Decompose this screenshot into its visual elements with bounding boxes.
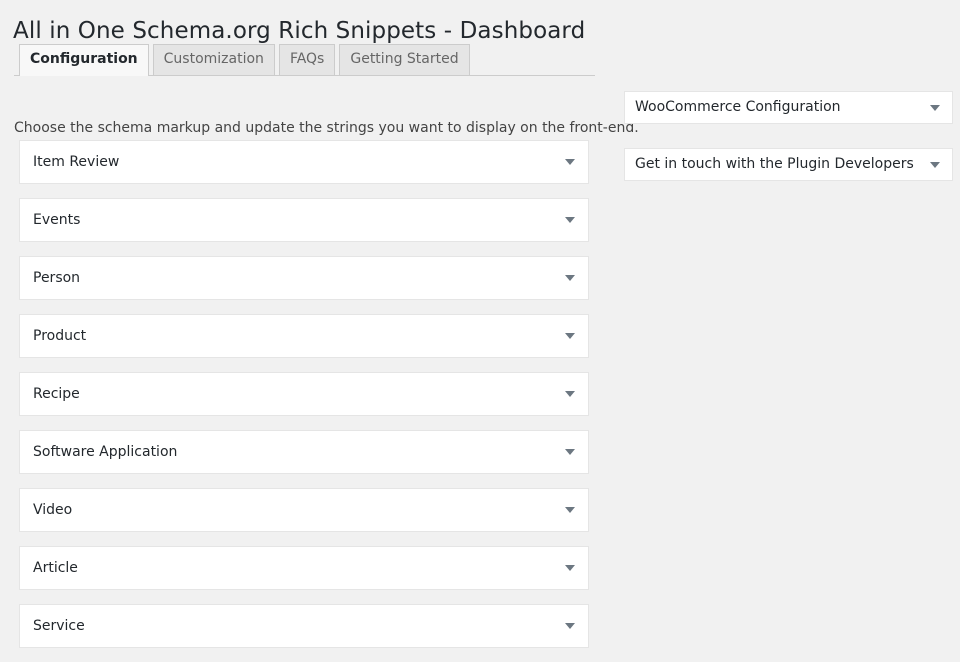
- accordion-item-person[interactable]: Person: [19, 256, 589, 300]
- accordion-item-events[interactable]: Events: [19, 198, 589, 242]
- configuration-description: Choose the schema markup and update the …: [14, 120, 639, 136]
- accordion-item-video[interactable]: Video: [19, 488, 589, 532]
- page-title: All in One Schema.org Rich Snippets - Da…: [13, 18, 586, 45]
- tab-customization[interactable]: Customization: [152, 44, 275, 75]
- tab-getting-started[interactable]: Getting Started: [339, 44, 470, 75]
- accordion-item-service[interactable]: Service: [19, 604, 589, 648]
- accordion-item-article[interactable]: Article: [19, 546, 589, 590]
- accordion-item-label: Item Review: [33, 154, 120, 170]
- accordion-item-label: Service: [33, 618, 85, 634]
- accordion-item-label: Article: [33, 560, 78, 576]
- chevron-down-icon: [565, 623, 575, 629]
- schema-accordion-list: Item Review Events Person Product Recipe…: [19, 140, 589, 662]
- accordion-item-label: Recipe: [33, 386, 80, 402]
- sidebar-panel-list: WooCommerce Configuration Get in touch w…: [624, 91, 953, 205]
- chevron-down-icon: [565, 275, 575, 281]
- sidebar-item-label: WooCommerce Configuration: [635, 99, 841, 115]
- chevron-down-icon: [565, 333, 575, 339]
- sidebar-item-woocommerce-configuration[interactable]: WooCommerce Configuration: [624, 91, 953, 124]
- chevron-down-icon: [565, 159, 575, 165]
- accordion-item-label: Product: [33, 328, 87, 344]
- chevron-down-icon: [565, 391, 575, 397]
- chevron-down-icon: [565, 507, 575, 513]
- chevron-down-icon: [930, 161, 940, 168]
- tab-bar: Configuration Customization FAQs Getting St…: [14, 44, 595, 76]
- chevron-down-icon: [565, 449, 575, 455]
- accordion-item-product[interactable]: Product: [19, 314, 589, 358]
- chevron-down-icon: [565, 565, 575, 571]
- tab-configuration[interactable]: Configuration: [19, 44, 149, 76]
- accordion-item-software-application[interactable]: Software Application: [19, 430, 589, 474]
- accordion-item-recipe[interactable]: Recipe: [19, 372, 589, 416]
- tab-faqs[interactable]: FAQs: [278, 44, 336, 75]
- chevron-down-icon: [930, 104, 940, 111]
- sidebar-item-label: Get in touch with the Plugin Developers: [635, 156, 914, 172]
- accordion-item-label: Video: [33, 502, 73, 518]
- accordion-item-label: Person: [33, 270, 81, 286]
- accordion-item-label: Software Application: [33, 444, 178, 460]
- sidebar-item-get-in-touch[interactable]: Get in touch with the Plugin Developers: [624, 148, 953, 181]
- chevron-down-icon: [565, 217, 575, 223]
- accordion-item-item-review[interactable]: Item Review: [19, 140, 589, 184]
- accordion-item-label: Events: [33, 212, 81, 228]
- dashboard-page: All in One Schema.org Rich Snippets - Da…: [0, 0, 960, 649]
